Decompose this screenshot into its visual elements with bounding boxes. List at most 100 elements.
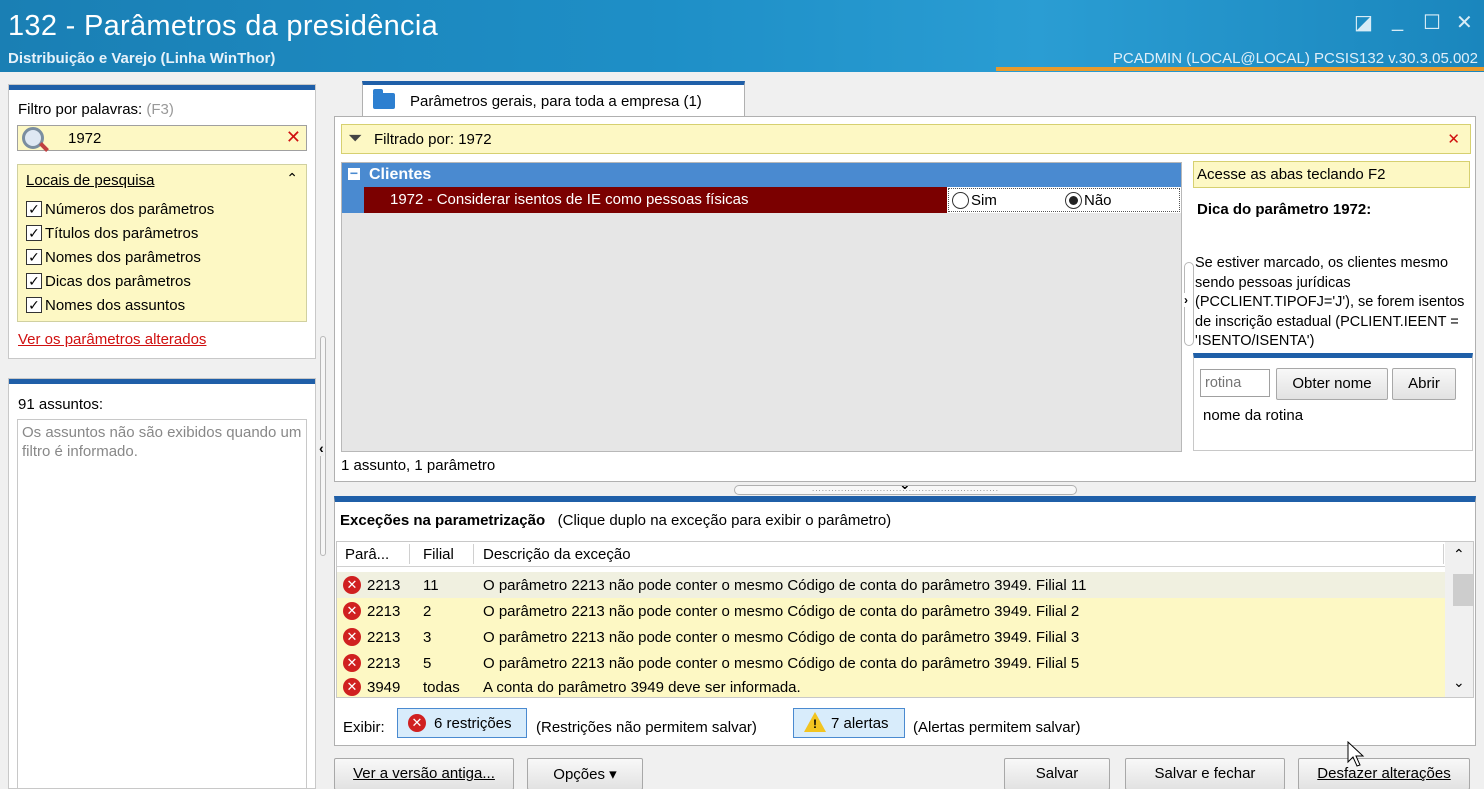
mouse-cursor-icon [1347,741,1365,767]
checkbox-icon[interactable]: ✓ [26,201,42,217]
filter-search-field[interactable]: 1972 ✕ [17,125,307,152]
subjects-message: Os assuntos não são exibidos quando um f… [22,424,302,460]
filtered-label: Filtrado por: 1972 [374,131,492,148]
column-description[interactable]: Descrição da exceção [483,546,631,563]
close-icon[interactable]: ✕ [1456,10,1473,35]
radio-icon[interactable] [952,192,969,209]
save-close-button[interactable]: Salvar e fechar [1125,758,1285,789]
column-separator [473,544,474,564]
checkbox-icon[interactable]: ✓ [26,249,42,265]
checkbox-icon[interactable]: ✓ [26,273,42,289]
show-label: Exibir: [343,719,385,736]
scroll-thumb[interactable] [1453,574,1473,606]
filter-label: Filtro por palavras: (F3) [18,101,174,118]
column-param[interactable]: Parâ... [345,546,389,563]
radio-nao[interactable]: Não [1065,192,1112,209]
scroll-down-icon[interactable]: ⌄ [1453,674,1465,691]
expand-icon[interactable]: › [1184,293,1188,307]
maximize-icon[interactable]: ☐ [1423,10,1441,35]
restrictions-note: (Restrições não permitem salvar) [536,719,757,736]
vertical-splitter[interactable]: ‹ [318,336,328,556]
checkbox-icon[interactable]: ✓ [26,297,42,313]
table-row[interactable]: ✕ 2213 5 O parâmetro 2213 não pode conte… [337,650,1445,676]
hint-text: Se estiver marcado, os clientes mesmo se… [1195,255,1465,349]
checkbox-subject-names[interactable]: ✓ Nomes dos assuntos [26,295,185,315]
window-title: 132 - Parâmetros da presidência [8,10,439,42]
parameter-name[interactable]: 1972 - Considerar isentos de IE como pes… [364,187,947,213]
get-name-button[interactable]: Obter nome [1276,368,1388,400]
grid-summary: 1 assunto, 1 parâmetro [341,457,496,474]
checkbox-icon[interactable]: ✓ [26,225,42,241]
panel-bar [9,379,315,384]
parameter-options: Sim Não [948,188,1180,212]
subjects-panel: 91 assuntos: Os assuntos não são exibido… [8,378,316,789]
error-icon: ✕ [343,628,361,646]
category-label: Clientes [369,166,432,183]
radio-selected-icon[interactable] [1065,192,1082,209]
hint-title: Dica do parâmetro 1972: [1197,201,1372,218]
filter-search-value[interactable]: 1972 [68,130,101,147]
accent-line [996,67,1484,71]
hint-splitter[interactable]: › [1184,262,1194,346]
search-locations-title[interactable]: Locais de pesquisa [26,172,154,189]
alerts-button[interactable]: 7 alertas [793,708,905,738]
restore-icon[interactable]: ◪ [1354,10,1373,35]
exceptions-title: Exceções na parametrização (Clique duplo… [340,512,892,529]
window-subtitle: Distribuição e Varejo (Linha WinThor) [8,50,276,67]
access-tabs-hint: Acesse as abas teclando F2 [1193,161,1470,188]
tab-general-parameters[interactable]: Parâmetros gerais, para toda a empresa (… [362,81,745,117]
open-button[interactable]: Abrir [1392,368,1456,400]
alerts-note: (Alertas permitem salvar) [913,719,1081,736]
column-separator [1443,544,1444,564]
table-row[interactable]: ✕ 2213 3 O parâmetro 2213 não pode conte… [337,624,1445,650]
collapse-icon[interactable]: ⌃ [286,170,298,187]
error-icon: ✕ [343,576,361,594]
tab-label: Parâmetros gerais, para toda a empresa (… [410,93,702,110]
collapse-category-icon[interactable]: − [348,166,360,180]
checkbox-parameter-titles[interactable]: ✓ Títulos dos parâmetros [26,223,198,243]
funnel-icon: ⏷ [348,128,363,148]
radio-sim[interactable]: Sim [952,192,997,209]
table-row[interactable]: ✕ 2213 11 O parâmetro 2213 não pode cont… [337,572,1445,598]
subjects-list[interactable]: Os assuntos não são exibidos quando um f… [17,419,307,789]
vertical-scrollbar[interactable]: ⌃ ⌄ [1445,542,1473,697]
error-icon: ✕ [408,714,426,732]
old-version-button[interactable]: Ver a versão antiga... [334,758,514,789]
collapse-left-icon[interactable]: ‹ [319,440,324,456]
title-bar: 132 - Parâmetros da presidência Distribu… [0,0,1484,72]
parameters-grid: − Clientes 1972 - Considerar isentos de … [341,162,1182,452]
scroll-up-icon[interactable]: ⌃ [1453,546,1465,563]
filter-panel: Filtro por palavras: (F3) 1972 ✕ Locais … [8,84,316,359]
parameter-row[interactable]: 1972 - Considerar isentos de IE como pes… [342,187,1181,213]
checkbox-parameter-names[interactable]: ✓ Nomes dos parâmetros [26,247,201,267]
changed-parameters-link[interactable]: Ver os parâmetros alterados [18,331,206,348]
minimize-icon[interactable]: _ [1392,10,1403,33]
routine-name: nome da rotina [1203,407,1304,424]
filtered-bar: ⏷ Filtrado por: 1972 ✕ [341,124,1471,154]
category-header[interactable]: − Clientes [342,163,1181,187]
save-button[interactable]: Salvar [1004,758,1110,789]
horizontal-splitter[interactable]: ........................................… [734,485,1077,495]
column-separator [409,544,410,564]
user-info: PCADMIN (LOCAL@LOCAL) PCSIS132 v.30.3.05… [1112,50,1478,67]
clear-filtered-icon[interactable]: ✕ [1447,130,1460,148]
error-icon: ✕ [343,678,361,696]
table-header: Parâ... Filial Descrição da exceção [337,542,1445,567]
exceptions-table: Parâ... Filial Descrição da exceção ✕ 22… [336,541,1474,698]
options-button[interactable]: Opções ▾ [527,758,643,789]
table-row[interactable]: ✕ 2213 2 O parâmetro 2213 não pode conte… [337,598,1445,624]
checkbox-parameter-hints[interactable]: ✓ Dicas dos parâmetros [26,271,191,291]
clear-filter-icon[interactable]: ✕ [286,127,301,148]
error-icon: ✕ [343,654,361,672]
table-row[interactable]: ✕ 3949 todas A conta do parâmetro 3949 d… [337,676,1445,697]
row-indicator [342,187,364,213]
undo-button[interactable]: Desfazer alterações [1298,758,1470,789]
error-icon: ✕ [343,602,361,620]
search-locations: Locais de pesquisa ⌃ ✓ Números dos parâme… [17,164,307,322]
panel-bar [9,85,315,90]
column-filial[interactable]: Filial [423,546,454,563]
checkbox-parameter-numbers[interactable]: ✓ Números dos parâmetros [26,199,214,219]
routine-input[interactable] [1200,369,1270,397]
collapse-down-icon[interactable]: ⌄ [899,486,912,491]
restrictions-button[interactable]: ✕ 6 restrições [397,708,527,738]
